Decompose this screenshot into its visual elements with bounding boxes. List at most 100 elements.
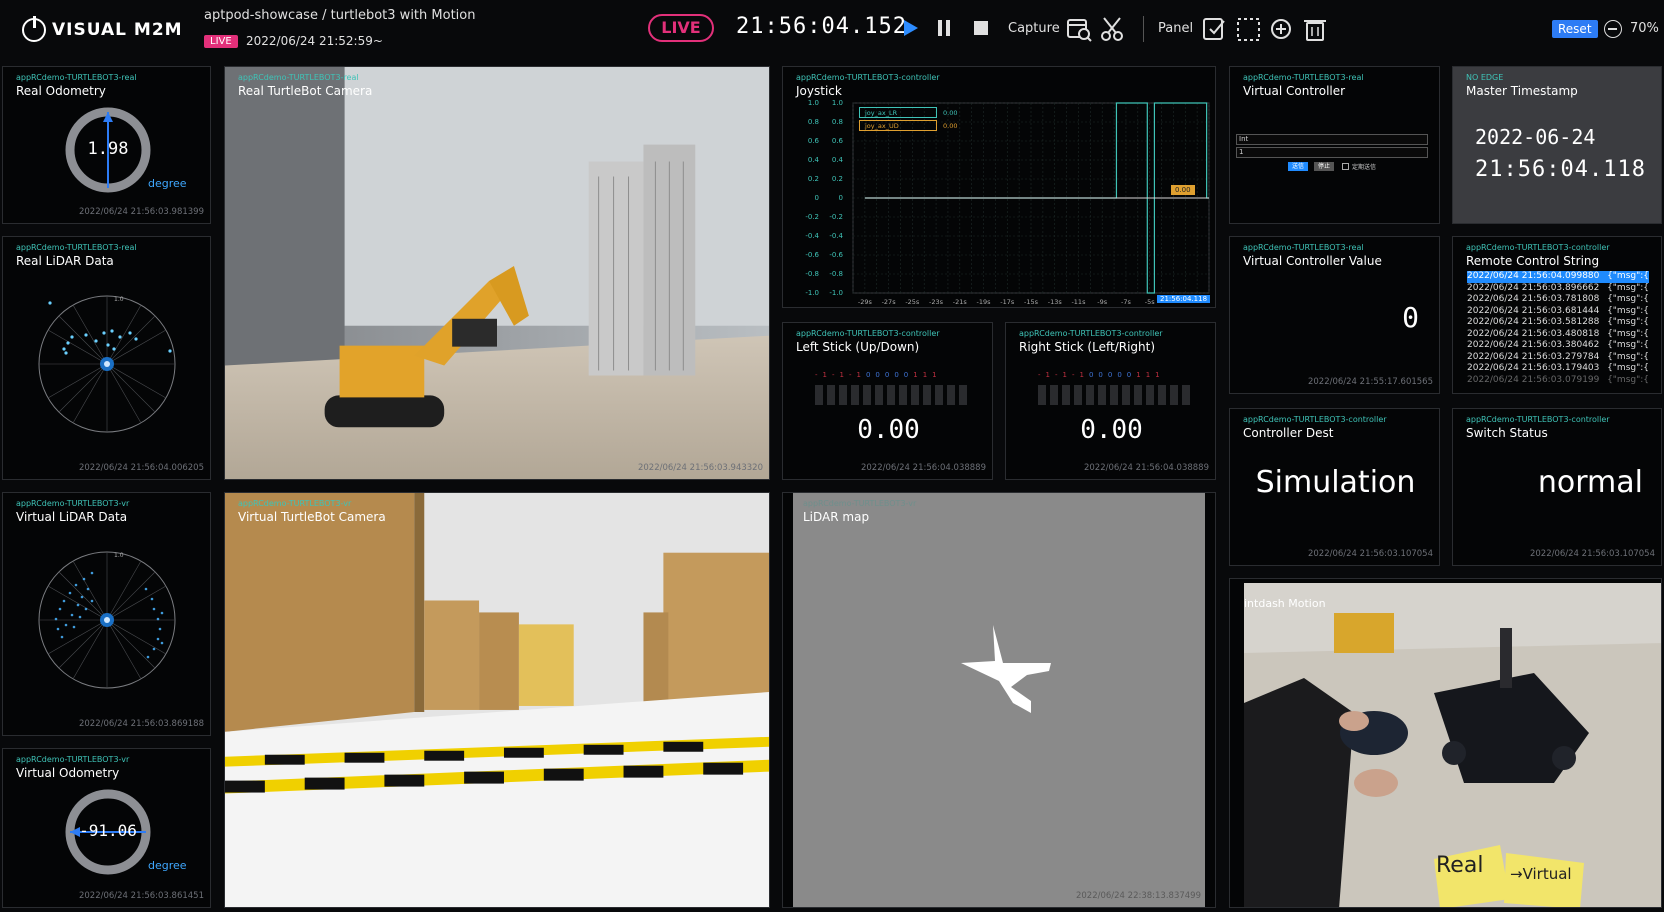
stick-meter bbox=[815, 385, 967, 405]
row-msg: {"msg":{ bbox=[1607, 294, 1649, 304]
x-tick-label: -5s bbox=[1145, 298, 1155, 306]
value-input[interactable]: 1 bbox=[1236, 147, 1428, 158]
panel-tag: appRCdemo-TURTLEBOT3-real bbox=[16, 73, 137, 82]
joystick-line-chart: 1.0 1.0 0.8 0.8 0.6 0.6 0.4 0.4 0.2 0.2 0 0 -0.2 -0.2… bbox=[805, 99, 1210, 306]
panel-tag: appRCdemo-TURTLEBOT3-controller bbox=[1466, 243, 1610, 252]
row-msg: {"msg":{ bbox=[1607, 374, 1649, 385]
row-time: 2022/06/24 21:56:03.896662 bbox=[1467, 282, 1600, 293]
panel-add-button[interactable] bbox=[1268, 16, 1294, 46]
panel-tag: appRCdemo-TURTLEBOT3-real bbox=[238, 73, 359, 82]
panel-label: Panel bbox=[1158, 21, 1194, 36]
panel-real-camera[interactable]: appRCdemo-TURTLEBOT3-real Real TurtleBot… bbox=[224, 66, 770, 480]
panel-virtual-lidar[interactable]: appRCdemo-TURTLEBOT3-vr Virtual LiDAR Da… bbox=[2, 492, 211, 736]
switch-status-value: normal bbox=[1537, 465, 1643, 500]
panel-title: Real TurtleBot Camera bbox=[238, 84, 373, 98]
panel-tag: appRCdemo-TURTLEBOT3-controller bbox=[1466, 415, 1610, 424]
panel-title: Left Stick (Up/Down) bbox=[796, 340, 920, 354]
panel-joystick[interactable]: appRCdemo-TURTLEBOT3-controller Joystick… bbox=[782, 66, 1216, 308]
panel-title: Master Timestamp bbox=[1466, 84, 1578, 98]
legend-item-lr: joy_ax_LR bbox=[859, 107, 937, 118]
x-tick-label: -17s bbox=[1000, 298, 1015, 306]
panel-title: Controller Dest bbox=[1243, 426, 1334, 440]
panel-timestamp: 2022/06/24 21:56:03.943320 bbox=[637, 463, 763, 473]
panel-real-odometry[interactable]: appRCdemo-TURTLEBOT3-real Real Odometry … bbox=[2, 66, 211, 224]
periodic-send-label: 定期送信 bbox=[1352, 164, 1377, 171]
panel-check-button[interactable] bbox=[1202, 16, 1228, 46]
panel-virtual-controller[interactable]: appRCdemo-TURTLEBOT3-real Virtual Contro… bbox=[1229, 66, 1440, 224]
list-item[interactable]: 2022/06/24 21:56:03.079199 {"msg":{ bbox=[1467, 375, 1649, 387]
panel-lidar-map[interactable]: appRCdemo-TURTLEBOT3-vr LiDAR map 2022/0… bbox=[782, 492, 1216, 908]
panel-intdash-motion[interactable]: intdash Motion Real →Virtual bbox=[1229, 578, 1662, 908]
toolbar-separator bbox=[1143, 16, 1144, 42]
row-time: 2022/06/24 21:56:03.681444 bbox=[1467, 305, 1600, 316]
master-time: 21:56:04.118 bbox=[1475, 157, 1646, 182]
y-tick-label-outer: 0.8 bbox=[808, 118, 819, 126]
stop-button[interactable] bbox=[970, 16, 992, 40]
send-button[interactable]: 送信 bbox=[1288, 162, 1309, 171]
type-select[interactable]: Int bbox=[1236, 134, 1428, 145]
stick-value: 0.00 bbox=[857, 415, 920, 445]
row-msg: {"msg":{ bbox=[1607, 317, 1649, 327]
stick-scale: -1-1-100000111 bbox=[1038, 371, 1165, 379]
x-tick-label: -11s bbox=[1071, 298, 1086, 306]
list-item[interactable]: 2022/06/24 21:56:03.480818 {"msg":{ bbox=[1467, 329, 1649, 341]
list-item[interactable]: 2022/06/24 21:56:03.896662 {"msg":{ bbox=[1467, 283, 1649, 295]
list-item[interactable]: 2022/06/24 21:56:03.279784 {"msg":{ bbox=[1467, 352, 1649, 364]
select-area-icon bbox=[1237, 18, 1260, 41]
panel-select-button[interactable] bbox=[1236, 16, 1262, 46]
reset-button[interactable]: Reset bbox=[1552, 20, 1598, 38]
panel-real-lidar[interactable]: appRCdemo-TURTLEBOT3-real Real LiDAR Dat… bbox=[2, 236, 211, 480]
live-button[interactable]: LIVE bbox=[648, 14, 714, 42]
project-title[interactable]: aptpod-showcase / turtlebot3 with Motion bbox=[204, 8, 475, 23]
controller-dest-value: Simulation bbox=[1255, 465, 1416, 500]
panel-tag: appRCdemo-TURTLEBOT3-vr bbox=[16, 499, 130, 508]
panel-virtual-odometry[interactable]: appRCdemo-TURTLEBOT3-vr Virtual Odometry… bbox=[2, 748, 211, 908]
panel-controller-dest[interactable]: appRCdemo-TURTLEBOT3-controller Controll… bbox=[1229, 408, 1440, 566]
row-time: 2022/06/24 21:56:03.480818 bbox=[1467, 328, 1600, 339]
panel-vc-value[interactable]: appRCdemo-TURTLEBOT3-real Virtual Contro… bbox=[1229, 236, 1440, 394]
panel-title: Virtual Controller bbox=[1243, 84, 1346, 98]
x-tick-label: -21s bbox=[953, 298, 968, 306]
stop-send-button[interactable]: 停止 bbox=[1314, 162, 1335, 171]
panel-delete-button[interactable] bbox=[1302, 16, 1328, 46]
list-item[interactable]: 2022/06/24 21:56:03.179403 {"msg":{ bbox=[1467, 363, 1649, 375]
list-item[interactable]: 2022/06/24 21:56:03.681444 {"msg":{ bbox=[1467, 306, 1649, 318]
panel-remote-control-string[interactable]: appRCdemo-TURTLEBOT3-controller Remote C… bbox=[1452, 236, 1662, 394]
odometry-unit: degree bbox=[148, 859, 187, 872]
panel-master-timestamp[interactable]: NO EDGE Master Timestamp 2022-06-24 21:5… bbox=[1452, 66, 1662, 224]
y-tick-label-outer: -0.4 bbox=[805, 232, 819, 240]
panel-left-stick[interactable]: appRCdemo-TURTLEBOT3-controller Left Sti… bbox=[782, 322, 993, 480]
panel-title: Virtual Odometry bbox=[16, 766, 120, 780]
play-button[interactable] bbox=[900, 16, 922, 40]
list-item[interactable]: 2022/06/24 21:56:03.781808 {"msg":{ bbox=[1467, 294, 1649, 306]
panel-right-stick[interactable]: appRCdemo-TURTLEBOT3-controller Right St… bbox=[1005, 322, 1216, 480]
row-time: 2022/06/24 21:56:03.781808 bbox=[1467, 294, 1600, 304]
panel-virtual-camera[interactable]: appRCdemo-TURTLEBOT3-vr Virtual TurtleBo… bbox=[224, 492, 770, 908]
row-time: 2022/06/24 21:56:04.099880 bbox=[1467, 271, 1600, 281]
vc-value: 0 bbox=[1402, 301, 1419, 334]
periodic-send-checkbox[interactable] bbox=[1342, 163, 1349, 170]
list-item[interactable]: 2022/06/24 21:56:04.099880 {"msg":{ bbox=[1467, 271, 1649, 283]
x-tick-label: -13s bbox=[1048, 298, 1063, 306]
panel-title: Virtual Controller Value bbox=[1243, 254, 1382, 268]
list-item[interactable]: 2022/06/24 21:56:03.581288 {"msg":{ bbox=[1467, 317, 1649, 329]
capture-calendar-button[interactable] bbox=[1066, 16, 1092, 46]
app-logo[interactable]: VISUAL M2M bbox=[22, 14, 183, 46]
lidar-map-scan bbox=[961, 625, 1051, 713]
panel-tag: appRCdemo-TURTLEBOT3-vr bbox=[803, 499, 917, 508]
checklist-icon bbox=[1203, 18, 1225, 40]
legend-item-ud: joy_ax_UD bbox=[859, 120, 937, 131]
list-item[interactable]: 2022/06/24 21:56:03.380462 {"msg":{ bbox=[1467, 340, 1649, 352]
stick-scale: -1-1-100000111 bbox=[815, 371, 942, 379]
x-tick-label: -23s bbox=[929, 298, 944, 306]
panel-switch-status[interactable]: appRCdemo-TURTLEBOT3-controller Switch S… bbox=[1452, 408, 1662, 566]
pause-button[interactable] bbox=[933, 16, 955, 40]
y-tick-label: 1.0 bbox=[832, 99, 843, 107]
zoom-out-button[interactable] bbox=[1604, 20, 1622, 38]
panel-title: LiDAR map bbox=[803, 510, 870, 524]
cut-button[interactable] bbox=[1100, 16, 1126, 46]
stick-value: 0.00 bbox=[1080, 415, 1143, 445]
y-tick-label-outer: 0.6 bbox=[808, 137, 820, 145]
x-tick-label: -7s bbox=[1121, 298, 1131, 306]
panel-timestamp: 2022/06/24 21:56:04.006205 bbox=[78, 463, 204, 473]
